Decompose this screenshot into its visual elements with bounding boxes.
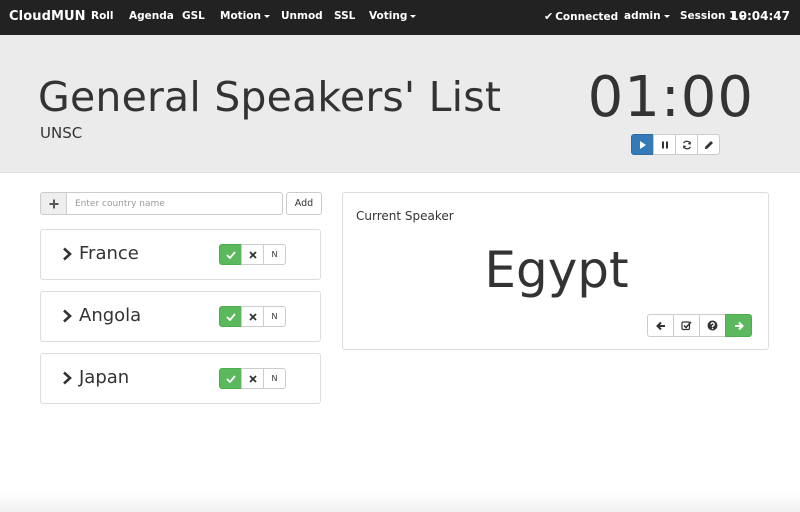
speaker-list-item[interactable]: France N (40, 229, 321, 280)
times-icon (248, 250, 257, 259)
check-icon: ✔ (544, 10, 554, 23)
chevron-down-icon (410, 14, 417, 18)
check-icon (225, 374, 236, 383)
page-header: General Speakers' List UNSC 01:00 (0, 35, 800, 173)
connection-status: ✔ Connected (544, 10, 618, 23)
chevron-right-icon (63, 371, 72, 385)
page-title: General Speakers' List (38, 73, 502, 121)
user-menu[interactable]: admin (624, 10, 670, 22)
current-speaker-panel: Current Speaker Egypt (342, 192, 769, 350)
speaker-country: Japan (79, 367, 130, 388)
mark-no-button[interactable] (241, 244, 264, 265)
brand-logo[interactable]: CloudMUN (9, 9, 86, 24)
check-edit-icon (681, 321, 692, 331)
speaker-actions: N (219, 244, 286, 265)
country-name-input[interactable] (67, 192, 283, 215)
current-speaker-label: Current Speaker (356, 209, 454, 223)
nav-item-roll[interactable]: Roll (91, 10, 114, 22)
chevron-down-icon (663, 14, 670, 18)
refresh-icon (682, 140, 691, 149)
current-speaker-controls (647, 314, 752, 337)
committee-name: UNSC (40, 124, 83, 142)
pause-icon (661, 141, 668, 148)
nav-item-agenda[interactable]: Agenda (129, 10, 174, 22)
pause-button[interactable] (653, 134, 676, 155)
nav-item-voting[interactable]: Voting (369, 10, 417, 22)
chevron-right-icon (63, 309, 72, 323)
nav-item-gsl[interactable]: GSL (182, 10, 205, 22)
arrow-left-icon (655, 321, 665, 330)
connection-status-label: Connected (555, 11, 619, 23)
speaker-actions: N (219, 368, 286, 389)
reset-button[interactable] (675, 134, 698, 155)
previous-speaker-button[interactable] (647, 314, 674, 337)
nav-item-motion-label: Motion (220, 10, 261, 22)
speaker-list-item[interactable]: Japan N (40, 353, 321, 404)
clock: 10:04:47 (730, 9, 790, 23)
mark-no-button[interactable] (241, 306, 264, 327)
mark-spoken-button[interactable] (673, 314, 700, 337)
top-navbar: CloudMUN Roll Agenda GSL Motion Unmod SS… (0, 0, 800, 35)
chevron-right-icon (63, 247, 72, 261)
nav-item-ssl[interactable]: SSL (334, 10, 355, 22)
current-speaker-name: Egypt (484, 241, 629, 299)
times-icon (248, 312, 257, 321)
mark-yes-button[interactable] (219, 244, 242, 265)
speaker-country: Angola (79, 305, 142, 326)
mark-n-button[interactable]: N (263, 306, 286, 327)
page-footer-fade (0, 492, 800, 512)
edit-timer-button[interactable] (697, 134, 720, 155)
times-icon (248, 374, 257, 383)
add-speaker-group: Add (40, 192, 322, 215)
nav-item-voting-label: Voting (369, 10, 408, 22)
play-icon (639, 140, 646, 149)
play-button[interactable] (631, 134, 654, 155)
question-button[interactable] (699, 314, 726, 337)
pencil-icon (704, 140, 713, 149)
add-speaker-button[interactable]: Add (286, 192, 322, 215)
user-menu-label: admin (624, 10, 661, 22)
plus-addon (40, 192, 67, 215)
nav-item-unmod[interactable]: Unmod (281, 10, 323, 22)
speaker-list-item[interactable]: Angola N (40, 291, 321, 342)
session-menu-label: Session 1 (680, 10, 737, 22)
question-icon (707, 320, 718, 331)
mark-no-button[interactable] (241, 368, 264, 389)
nav-item-motion[interactable]: Motion (220, 10, 270, 22)
mark-n-button[interactable]: N (263, 368, 286, 389)
check-icon (225, 312, 236, 321)
check-icon (225, 250, 236, 259)
chevron-down-icon (263, 14, 270, 18)
speaker-actions: N (219, 306, 286, 327)
next-speaker-button[interactable] (725, 314, 752, 337)
timer-controls (631, 134, 720, 155)
mark-yes-button[interactable] (219, 306, 242, 327)
speaker-country: France (79, 243, 139, 264)
mark-n-button[interactable]: N (263, 244, 286, 265)
arrow-right-icon (734, 321, 744, 330)
speaker-timer: 01:00 (587, 65, 754, 130)
plus-icon (49, 199, 58, 208)
mark-yes-button[interactable] (219, 368, 242, 389)
